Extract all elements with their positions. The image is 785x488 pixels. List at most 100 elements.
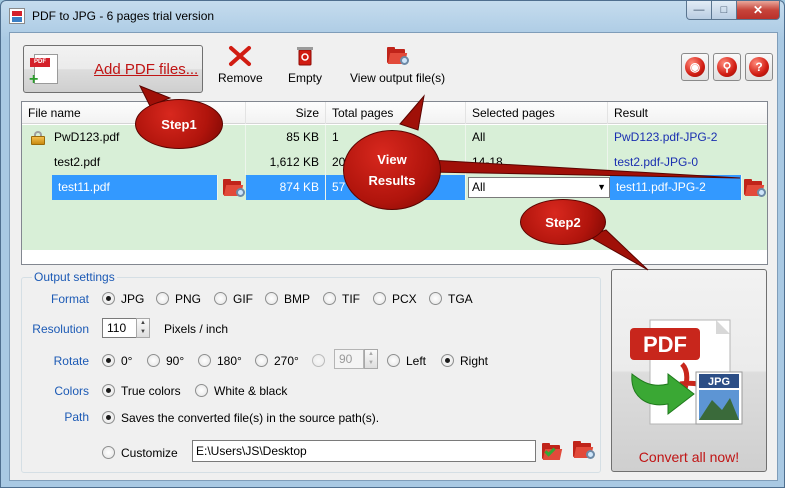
rotate-custom-input[interactable]: 90: [334, 349, 364, 369]
result-link[interactable]: test2.pdf-JPG-0: [608, 150, 767, 175]
view-result-folder-icon[interactable]: [744, 179, 766, 197]
rotate-270-radio[interactable]: [255, 354, 268, 367]
empty-button[interactable]: Empty: [288, 45, 322, 85]
convert-pdf-to-jpg-icon: PDF JPG: [630, 319, 743, 425]
format-jpg-radio[interactable]: [102, 292, 115, 305]
remove-label: Remove: [218, 71, 263, 85]
customize-radio[interactable]: [102, 446, 115, 459]
title-bar[interactable]: PDF to JPG - 6 pages trial version — □ ✕: [1, 1, 784, 31]
format-gif-radio[interactable]: [214, 292, 227, 305]
view-output-button[interactable]: View output file(s): [350, 45, 445, 85]
format-png-label[interactable]: PNG: [175, 292, 201, 306]
rotate-90-label[interactable]: 90°: [166, 354, 184, 368]
white-black-label[interactable]: White & black: [214, 384, 287, 398]
format-pcx-label[interactable]: PCX: [392, 292, 417, 306]
settings-button[interactable]: ⚲: [713, 53, 741, 81]
step2-text: Step2: [545, 214, 581, 230]
path-label: Path: [64, 410, 89, 424]
empty-trash-icon: [297, 47, 313, 66]
table-row-empty: [22, 225, 767, 250]
format-bmp-label[interactable]: BMP: [284, 292, 310, 306]
result-link[interactable]: PwD123.pdf-JPG-2: [608, 125, 767, 150]
remove-icon: [229, 46, 252, 66]
chevron-down-icon: ▼: [597, 182, 606, 192]
format-jpg-label[interactable]: JPG: [121, 292, 144, 306]
result-link[interactable]: test11.pdf-JPG-2: [610, 175, 742, 200]
selected-pages-cell[interactable]: All: [466, 125, 608, 150]
rotate-270-label[interactable]: 270°: [274, 354, 299, 368]
maximize-icon: □: [720, 4, 728, 16]
jpg-badge-text: JPG: [708, 376, 730, 388]
format-label: Format: [50, 292, 89, 306]
output-settings-title: Output settings: [32, 270, 117, 284]
source-path-label[interactable]: Saves the converted file(s) in the sourc…: [121, 411, 379, 425]
add-pdf-files-label: Add PDF files...: [94, 61, 199, 78]
remove-button[interactable]: Remove: [218, 45, 263, 85]
size-cell: 1,612 KB: [246, 150, 326, 175]
resolution-input[interactable]: 110: [102, 318, 138, 338]
close-icon: ✕: [752, 3, 764, 17]
format-tif-radio[interactable]: [323, 292, 336, 305]
view-results-line1: View: [377, 152, 407, 167]
view-output-label: View output file(s): [350, 71, 446, 85]
rotate-right-label[interactable]: Right: [460, 354, 488, 368]
rotate-left-radio[interactable]: [387, 354, 400, 367]
window-title: PDF to JPG - 6 pages trial version: [32, 9, 215, 23]
view-output-folder-icon: [386, 47, 409, 65]
format-pcx-radio[interactable]: [373, 292, 386, 305]
rotate-180-radio[interactable]: [198, 354, 211, 367]
column-header-selected-pages[interactable]: Selected pages: [466, 102, 608, 124]
column-header-total-pages[interactable]: Total pages: [326, 102, 466, 124]
colors-label: Colors: [54, 384, 89, 398]
rotate-custom-radio[interactable]: [312, 354, 325, 367]
white-black-radio[interactable]: [195, 384, 208, 397]
true-colors-radio[interactable]: [102, 384, 115, 397]
selected-pages-dropdown[interactable]: All ▼: [468, 177, 610, 198]
rotate-90-radio[interactable]: [147, 354, 160, 367]
format-bmp-radio[interactable]: [265, 292, 278, 305]
lock-icon: [31, 131, 45, 145]
selected-pages-cell[interactable]: 14-18: [466, 150, 608, 175]
add-pdf-files-button[interactable]: PDF + Add PDF files...: [23, 45, 203, 93]
convert-all-button[interactable]: PDF JPG Convert all now!: [611, 269, 767, 472]
app-window: PDF to JPG - 6 pages trial version — □ ✕…: [0, 0, 785, 488]
format-tif-label[interactable]: TIF: [342, 292, 360, 306]
column-header-result[interactable]: Result: [608, 102, 767, 124]
close-button[interactable]: ✕: [737, 1, 780, 20]
web-icon: ◉: [685, 57, 705, 77]
open-custom-folder-icon[interactable]: [573, 441, 595, 459]
true-colors-label[interactable]: True colors: [121, 384, 181, 398]
source-path-radio[interactable]: [102, 411, 115, 424]
rotate-0-radio[interactable]: [102, 354, 115, 367]
rotate-180-label[interactable]: 180°: [217, 354, 242, 368]
browse-folder-icon[interactable]: [542, 443, 564, 461]
view-results-callout: View Results: [343, 130, 441, 210]
rotate-left-label[interactable]: Left: [406, 354, 426, 368]
step2-callout: Step2: [520, 199, 606, 245]
web-button[interactable]: ◉: [681, 53, 709, 81]
minimize-button[interactable]: —: [686, 1, 712, 20]
format-tga-label[interactable]: TGA: [448, 292, 473, 306]
main-panel: PDF + Add PDF files... Remove Empty View…: [9, 32, 778, 481]
column-header-size[interactable]: Size: [246, 102, 326, 124]
rotate-custom-stepper[interactable]: ▲ ▼: [364, 349, 378, 369]
rotate-0-label[interactable]: 0°: [121, 354, 132, 368]
settings-icon: ⚲: [717, 57, 737, 77]
pdf-badge-text: PDF: [643, 332, 687, 357]
convert-all-label: Convert all now!: [638, 449, 740, 465]
open-folder-icon[interactable]: [223, 179, 245, 197]
maximize-button[interactable]: □: [712, 1, 737, 20]
customize-label[interactable]: Customize: [121, 446, 178, 460]
resolution-unit: Pixels / inch: [164, 322, 229, 336]
rotate-right-radio[interactable]: [441, 354, 454, 367]
format-png-radio[interactable]: [156, 292, 169, 305]
rotate-label: Rotate: [53, 354, 89, 368]
format-tga-radio[interactable]: [429, 292, 442, 305]
selected-pages-value: All: [472, 180, 486, 194]
add-pdf-icon: PDF +: [29, 54, 58, 88]
view-results-line2: Results: [368, 173, 416, 188]
custom-path-input[interactable]: E:\Users\JS\Desktop: [192, 440, 536, 462]
resolution-stepper[interactable]: ▲ ▼: [136, 318, 150, 338]
help-button[interactable]: ?: [745, 53, 773, 81]
format-gif-label[interactable]: GIF: [233, 292, 253, 306]
